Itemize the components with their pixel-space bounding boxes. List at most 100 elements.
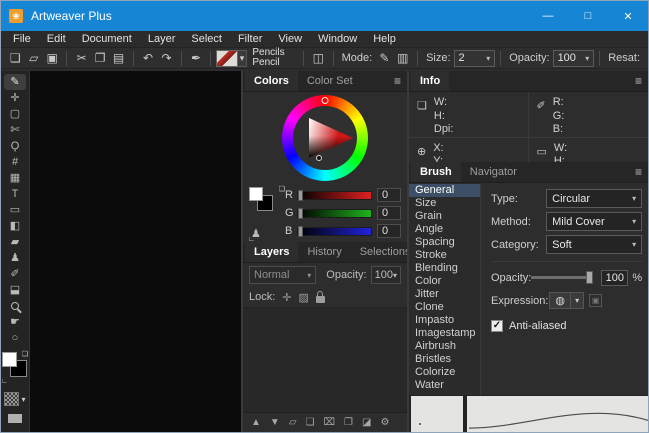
brush-panel-menu-button[interactable]: ≡ — [635, 162, 642, 182]
duplicate-layer-button[interactable]: ❐ — [344, 417, 353, 428]
shape-tool[interactable]: ▭ — [4, 202, 26, 218]
default-colors-icon[interactable]: ❏ — [279, 186, 285, 193]
pen-tool-button[interactable]: ✒ — [187, 49, 205, 67]
undo-button[interactable]: ↶ — [139, 49, 157, 67]
move-tool[interactable]: ✛ — [4, 90, 26, 106]
brush-category-grain[interactable]: Grain — [409, 210, 480, 223]
cut-button[interactable]: ✂ — [72, 49, 90, 67]
brush-category-jitter[interactable]: Jitter — [409, 288, 480, 301]
size-select[interactable]: 2 ▾ — [453, 49, 496, 67]
fill-tool[interactable]: ⬓ — [4, 282, 26, 298]
clone-stamp-tool[interactable]: ♟ — [4, 250, 26, 266]
green-value[interactable]: 0 — [377, 206, 401, 220]
brush-category-angle[interactable]: Angle — [409, 223, 480, 236]
open-button[interactable]: ▱ — [24, 49, 42, 67]
menu-view[interactable]: View — [270, 31, 310, 47]
brush-category-clone[interactable]: Clone — [409, 301, 480, 314]
zoom-tool[interactable] — [4, 298, 26, 314]
layer-down-button[interactable]: ▼ — [270, 417, 280, 428]
brush-category-airbrush[interactable]: Airbrush — [409, 340, 480, 353]
brush-picker-dropdown[interactable]: ▾ — [237, 49, 248, 67]
blue-value[interactable]: 0 — [377, 224, 401, 238]
toolbox-scroll-thumb[interactable] — [8, 414, 22, 423]
tab-info[interactable]: Info — [411, 71, 450, 91]
layer-settings-button[interactable]: ⚙ — [380, 417, 389, 428]
brush-preview-thumbnail[interactable] — [216, 49, 238, 67]
value-marker[interactable] — [316, 155, 322, 161]
adjustment-layer-button[interactable]: ◪ — [362, 417, 371, 428]
hand-tool[interactable]: ☛ — [4, 314, 26, 330]
brush-category-bristles[interactable]: Bristles — [409, 353, 480, 366]
antialiased-checkbox[interactable]: ✓ — [491, 320, 503, 332]
text-tool[interactable]: T — [4, 186, 26, 202]
layer-opacity-select[interactable]: 100 ▾ — [370, 266, 401, 284]
lock-pixels-button[interactable]: ▨ — [299, 291, 309, 304]
brush-opacity-handle[interactable] — [586, 271, 594, 284]
rect-select-tool[interactable]: ▢ — [4, 106, 26, 122]
maximize-button[interactable]: □ — [568, 1, 608, 31]
new-document-button[interactable]: ❏ — [6, 49, 24, 67]
brush-tool[interactable]: ✎ — [4, 74, 26, 90]
layer-up-button[interactable]: ▲ — [251, 417, 261, 428]
blue-slider[interactable] — [297, 225, 372, 237]
red-slider[interactable] — [297, 189, 372, 201]
close-button[interactable]: ✕ — [608, 1, 648, 31]
foreground-color-swatch[interactable] — [249, 187, 263, 201]
brush-category-colorize[interactable]: Colorize — [409, 366, 480, 379]
crop-tool[interactable]: # — [4, 154, 26, 170]
brush-category-blending[interactable]: Blending — [409, 262, 480, 275]
layers-list[interactable] — [243, 307, 407, 412]
eraser-tool[interactable]: ▰ — [4, 234, 26, 250]
tab-brush[interactable]: Brush — [411, 162, 461, 182]
color-stamp-icon[interactable]: ♟ — [251, 227, 261, 240]
info-panel-menu-button[interactable]: ≡ — [635, 71, 642, 91]
rotate-canvas-tool[interactable]: ○ — [4, 330, 26, 346]
gradient-tool[interactable]: ◧ — [4, 218, 26, 234]
expression-edit-button[interactable]: ▣ — [589, 294, 603, 307]
menu-window[interactable]: Window — [310, 31, 365, 47]
color-wheel[interactable] — [282, 95, 368, 181]
lock-position-button[interactable]: ✛ — [282, 291, 291, 304]
brush-opacity-slider[interactable] — [531, 271, 594, 284]
delete-layer-button[interactable]: ⌧ — [323, 417, 335, 428]
red-value[interactable]: 0 — [377, 188, 401, 202]
green-slider[interactable] — [297, 207, 372, 219]
eyedropper-tool[interactable]: ✐ — [4, 266, 26, 282]
lock-all-button[interactable] — [315, 290, 325, 303]
brush-category-impasto[interactable]: Impasto — [409, 314, 480, 327]
opacity-select[interactable]: 100 ▾ — [552, 49, 595, 67]
expression-button[interactable]: ◍ — [549, 292, 572, 309]
brush-category-stroke[interactable]: Stroke — [409, 249, 480, 262]
redo-button[interactable]: ↷ — [157, 49, 175, 67]
green-slider-handle[interactable] — [298, 207, 303, 219]
new-layer-button[interactable]: ❏ — [306, 417, 315, 428]
menu-edit[interactable]: Edit — [39, 31, 74, 47]
colors-panel-menu-button[interactable]: ≡ — [394, 71, 401, 91]
pattern-selector[interactable]: ▾ — [4, 392, 26, 406]
blend-mode-select[interactable]: Normal ▾ — [249, 266, 317, 284]
tab-history[interactable]: History — [298, 242, 350, 262]
menu-file[interactable]: File — [5, 31, 39, 47]
slice-tool[interactable]: ✄ — [4, 122, 26, 138]
brush-category-color[interactable]: Color — [409, 275, 480, 288]
type-select[interactable]: Circular ▾ — [546, 189, 643, 208]
saturation-triangle[interactable] — [309, 118, 353, 158]
brush-category-water[interactable]: Water — [409, 379, 480, 392]
tab-colors[interactable]: Colors — [245, 71, 298, 91]
tab-color-set[interactable]: Color Set — [298, 71, 362, 91]
minimize-button[interactable]: — — [528, 1, 568, 31]
red-slider-handle[interactable] — [298, 189, 303, 201]
menu-filter[interactable]: Filter — [230, 31, 270, 47]
canvas[interactable] — [29, 71, 241, 432]
lasso-tool[interactable]: Ϙ — [4, 138, 26, 154]
menu-help[interactable]: Help — [365, 31, 404, 47]
mosaic-tool[interactable]: ▦ — [4, 170, 26, 186]
hue-marker[interactable] — [321, 97, 329, 104]
menu-document[interactable]: Document — [74, 31, 140, 47]
save-button[interactable]: ▣ — [43, 49, 61, 67]
method-select[interactable]: Mild Cover ▾ — [546, 212, 643, 231]
brush-opacity-value[interactable]: 100 — [601, 269, 629, 286]
brush-category-size[interactable]: Size — [409, 197, 480, 210]
tab-layers[interactable]: Layers — [245, 242, 299, 262]
tab-navigator[interactable]: Navigator — [461, 162, 526, 182]
